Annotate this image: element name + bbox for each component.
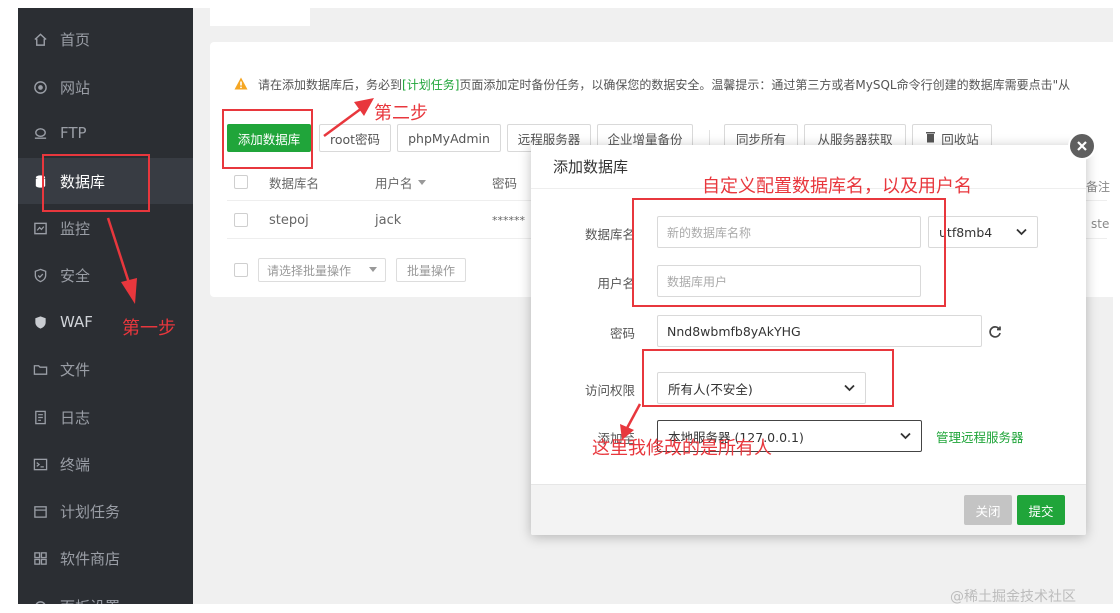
folder-icon xyxy=(32,361,48,377)
grid-icon xyxy=(32,550,48,566)
annotation-access-note: 这里我修改的是所有人 xyxy=(592,438,772,459)
chevron-down-icon xyxy=(1016,228,1027,236)
sidebar-item-label: FTP xyxy=(60,124,87,142)
chevron-down-icon xyxy=(900,432,911,440)
col-password: 密码 xyxy=(492,175,518,191)
close-button[interactable]: 关闭 xyxy=(964,495,1012,525)
sidebar-item-store[interactable]: 软件商店 xyxy=(18,535,193,581)
notice-prefix: 请在添加数据库后，务必到 xyxy=(258,78,403,92)
home-icon xyxy=(32,31,48,47)
calendar-icon xyxy=(32,503,48,519)
dialog-footer: 关闭 提交 xyxy=(531,484,1086,535)
annotation-arrow-step1 xyxy=(106,217,137,304)
sidebar-item-label: 面板设置 xyxy=(60,596,120,605)
row-password: ****** xyxy=(492,213,525,227)
shield-icon xyxy=(32,267,48,283)
batch-operation-select[interactable]: 请选择批量操作 xyxy=(258,258,386,282)
annotation-box-database-nav xyxy=(42,154,150,212)
sidebar-item-label: 监控 xyxy=(60,219,91,238)
password-input[interactable]: Nnd8wbmfb8yAkYHG xyxy=(657,315,982,347)
annotation-box-name-user xyxy=(632,198,946,307)
annotation-step1: 第一步 xyxy=(122,318,176,339)
terminal-icon xyxy=(32,456,48,472)
access-label: 访问权限 xyxy=(584,382,635,398)
select-all-checkbox[interactable] xyxy=(234,164,248,200)
username-label: 用户名 xyxy=(597,275,635,291)
sidebar: 首页 网站 FTP 数据库 监控 安全 WAF 文件 日志 终端 计划任务 软件… xyxy=(18,8,193,604)
sidebar-item-cron[interactable]: 计划任务 xyxy=(18,488,193,534)
batch-select-label: 请选择批量操作 xyxy=(267,263,352,278)
sidebar-item-label: 文件 xyxy=(60,360,91,379)
password-label: 密码 xyxy=(609,325,635,341)
sidebar-item-label: 终端 xyxy=(60,455,91,474)
row-remark-clipped: ste xyxy=(1091,217,1110,231)
col-username-label: 用户名 xyxy=(375,175,413,191)
sidebar-item-label: WAF xyxy=(60,313,93,331)
batch-operation-button[interactable]: 批量操作 xyxy=(396,258,466,282)
backup-notice: 请在添加数据库后，务必到 [计划任务] 页面添加定时备份任务，以确保您的数据安全… xyxy=(234,76,1070,93)
manage-remote-server-link[interactable]: 管理远程服务器 xyxy=(936,420,1024,452)
dialog-close-icon[interactable] xyxy=(1068,132,1096,160)
app-viewport: 首页 网站 FTP 数据库 监控 安全 WAF 文件 日志 终端 计划任务 软件… xyxy=(18,8,1113,604)
row-username: jack xyxy=(375,212,402,228)
ftp-icon xyxy=(32,125,48,141)
sidebar-item-ftp[interactable]: FTP xyxy=(18,110,193,156)
charset-value: utf8mb4 xyxy=(939,224,993,240)
sort-caret-icon xyxy=(417,179,426,185)
annotation-box-access xyxy=(642,349,894,407)
annotation-arrow-step2 xyxy=(323,98,374,138)
sidebar-item-logs[interactable]: 日志 xyxy=(18,394,193,440)
chevron-down-icon xyxy=(369,267,377,272)
refresh-icon[interactable] xyxy=(988,324,1002,343)
annotation-step2: 第二步 xyxy=(374,103,428,124)
cron-task-link[interactable]: [计划任务] xyxy=(402,76,459,93)
warning-icon xyxy=(234,77,248,93)
submit-button[interactable]: 提交 xyxy=(1017,495,1065,525)
monitor-icon xyxy=(32,220,48,236)
sidebar-item-label: 计划任务 xyxy=(60,502,121,521)
notice-suffix: 页面添加定时备份任务，以确保您的数据安全。温馨提示：通过第三方或者MySQL命令… xyxy=(459,78,1071,92)
phpmyadmin-button[interactable]: phpMyAdmin xyxy=(397,124,501,152)
sidebar-item-label: 安全 xyxy=(60,266,91,285)
log-icon xyxy=(32,409,48,425)
sidebar-item-website[interactable]: 网站 xyxy=(18,64,193,110)
sidebar-item-home[interactable]: 首页 xyxy=(18,16,193,62)
password-row: 密码 Nnd8wbmfb8yAkYHG xyxy=(531,315,1086,349)
db-name-label: 数据库名 xyxy=(584,226,635,242)
sidebar-item-label: 软件商店 xyxy=(60,549,121,568)
row-checkbox[interactable] xyxy=(234,202,248,238)
sidebar-item-label: 首页 xyxy=(60,30,91,49)
annotation-config-note: 自定义配置数据库名，以及用户名 xyxy=(702,176,972,197)
sidebar-item-label: 网站 xyxy=(60,78,91,97)
globe-icon xyxy=(32,79,48,95)
col-username[interactable]: 用户名 xyxy=(375,164,426,200)
col-remark-clipped: 备注 xyxy=(1086,180,1111,194)
row-db-name: stepoj xyxy=(269,212,309,228)
watermark: @稀土掘金技术社区 xyxy=(950,589,1076,605)
sidebar-item-terminal[interactable]: 终端 xyxy=(18,441,193,487)
sidebar-item-settings[interactable]: 面板设置 xyxy=(18,583,193,604)
batch-checkbox[interactable] xyxy=(234,263,248,277)
toolbar-divider xyxy=(709,130,710,146)
top-tab-strip xyxy=(210,8,310,26)
trash-icon xyxy=(925,131,936,146)
col-db-name[interactable]: 数据库名 xyxy=(269,164,319,200)
gear-icon xyxy=(32,598,48,604)
sidebar-item-files[interactable]: 文件 xyxy=(18,346,193,392)
waf-shield-icon xyxy=(32,314,48,330)
sidebar-item-label: 日志 xyxy=(60,408,91,427)
annotation-box-add-button xyxy=(222,109,313,169)
